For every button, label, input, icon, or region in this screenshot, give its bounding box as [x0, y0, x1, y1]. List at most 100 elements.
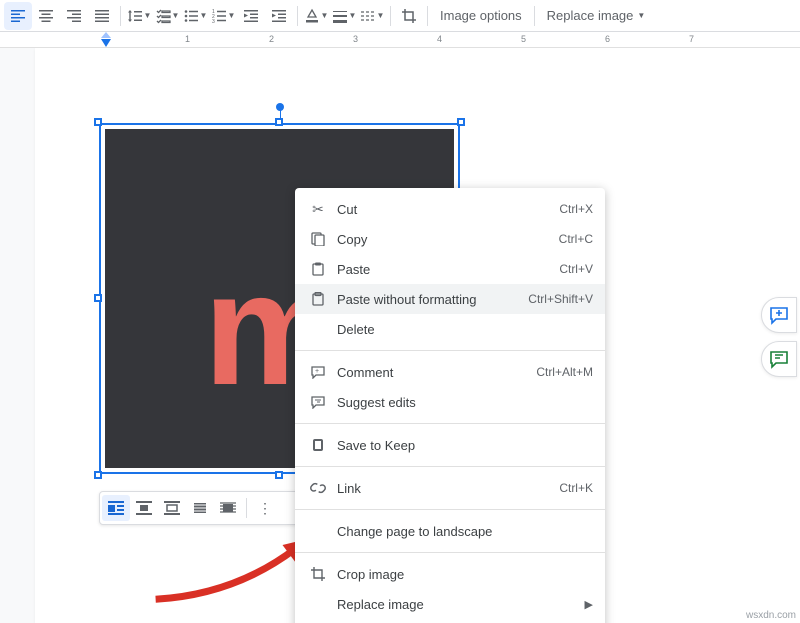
- ctx-crop[interactable]: Crop image: [295, 559, 605, 589]
- toolbar: ▼ ▼ ▼ 123▼ ▼ ▼ ▼ Image options Replace i…: [0, 0, 800, 32]
- ctx-keep[interactable]: Save to Keep: [295, 430, 605, 460]
- ctx-shortcut: Ctrl+Shift+V: [528, 292, 593, 306]
- submenu-arrow-icon: ▶: [585, 598, 593, 611]
- suggest-icon: [307, 393, 329, 411]
- ruler-number: 6: [605, 34, 610, 44]
- ctx-suggest[interactable]: Suggest edits: [295, 387, 605, 417]
- side-quick-buttons: [761, 297, 797, 377]
- resize-handle-tr[interactable]: [457, 118, 465, 126]
- ctx-label: Suggest edits: [329, 395, 593, 410]
- svg-text:3: 3: [212, 19, 215, 24]
- border-weight-button[interactable]: ▼: [330, 2, 358, 30]
- wrap-behind-button[interactable]: [186, 495, 214, 521]
- ctx-replace[interactable]: Replace image ▶: [295, 589, 605, 619]
- border-dash-button[interactable]: ▼: [358, 2, 386, 30]
- separator: [390, 6, 391, 26]
- ruler-number: 2: [269, 34, 274, 44]
- ruler: 1 2 3 4 5 6 7: [0, 32, 800, 48]
- resize-handle-tl[interactable]: [94, 118, 102, 126]
- crop-button[interactable]: [395, 2, 423, 30]
- checklist-button[interactable]: ▼: [153, 2, 181, 30]
- document-canvas: m ⋮ ✂ Cut Ctrl+X Copy Ctrl+: [0, 48, 800, 623]
- chevron-down-icon: ▼: [228, 11, 236, 20]
- chevron-down-icon: ▼: [377, 11, 385, 20]
- ctx-shortcut: Ctrl+X: [559, 202, 593, 216]
- ctx-label: Comment: [329, 365, 536, 380]
- wrap-inline-button[interactable]: [102, 495, 130, 521]
- chevron-down-icon: ▼: [321, 11, 329, 20]
- add-comment-side-button[interactable]: [761, 297, 797, 333]
- resize-handle-bl[interactable]: [94, 471, 102, 479]
- image-wrap-toolbar: ⋮: [99, 491, 319, 525]
- align-center-button[interactable]: [32, 2, 60, 30]
- context-menu: ✂ Cut Ctrl+X Copy Ctrl+C Paste Ctrl+V Pa…: [295, 188, 605, 623]
- separator: [297, 6, 298, 26]
- ctx-image-options[interactable]: Image options: [295, 619, 605, 623]
- ctx-label: Link: [329, 481, 559, 496]
- chevron-down-icon: ▼: [637, 11, 645, 20]
- ruler-number: 1: [185, 34, 190, 44]
- suggest-side-button[interactable]: [761, 341, 797, 377]
- align-justify-button[interactable]: [88, 2, 116, 30]
- ctx-label: Replace image: [329, 597, 585, 612]
- blank-icon: [307, 320, 329, 338]
- ctx-link[interactable]: Link Ctrl+K: [295, 473, 605, 503]
- ctx-landscape[interactable]: Change page to landscape: [295, 516, 605, 546]
- paste-plain-icon: [307, 290, 329, 308]
- ctx-label: Save to Keep: [329, 438, 593, 453]
- wrap-more-button[interactable]: ⋮: [251, 495, 279, 521]
- wrap-text-button[interactable]: [130, 495, 158, 521]
- ctx-delete[interactable]: Delete: [295, 314, 605, 344]
- ctx-comment[interactable]: + Comment Ctrl+Alt+M: [295, 357, 605, 387]
- replace-image-button[interactable]: Replace image▼: [539, 2, 654, 30]
- ruler-number: 5: [521, 34, 526, 44]
- blank-icon: [307, 522, 329, 540]
- ctx-label: Paste without formatting: [329, 292, 528, 307]
- separator: [295, 423, 605, 424]
- ctx-paste[interactable]: Paste Ctrl+V: [295, 254, 605, 284]
- watermark: wsxdn.com: [746, 610, 796, 621]
- ctx-label: Delete: [329, 322, 593, 337]
- wrap-front-button[interactable]: [214, 495, 242, 521]
- ctx-shortcut: Ctrl+C: [559, 232, 593, 246]
- link-icon: [307, 479, 329, 497]
- numbered-list-button[interactable]: 123▼: [209, 2, 237, 30]
- align-right-button[interactable]: [60, 2, 88, 30]
- ctx-paste-no-fmt[interactable]: Paste without formatting Ctrl+Shift+V: [295, 284, 605, 314]
- separator: [295, 350, 605, 351]
- line-spacing-button[interactable]: ▼: [125, 2, 153, 30]
- separator: [246, 498, 247, 518]
- increase-indent-button[interactable]: [265, 2, 293, 30]
- svg-text:+: +: [315, 368, 319, 375]
- border-color-button[interactable]: ▼: [302, 2, 330, 30]
- resize-handle-bm[interactable]: [275, 471, 283, 479]
- rotation-handle[interactable]: [276, 103, 284, 111]
- ctx-label: Paste: [329, 262, 559, 277]
- blank-icon: [307, 595, 329, 613]
- separator: [427, 6, 428, 26]
- ctx-cut[interactable]: ✂ Cut Ctrl+X: [295, 194, 605, 224]
- ruler-number: 3: [353, 34, 358, 44]
- chevron-down-icon: ▼: [349, 11, 357, 20]
- ctx-copy[interactable]: Copy Ctrl+C: [295, 224, 605, 254]
- separator: [295, 509, 605, 510]
- comment-icon: +: [307, 363, 329, 381]
- copy-icon: [307, 230, 329, 248]
- chevron-down-icon: ▼: [144, 11, 152, 20]
- chevron-down-icon: ▼: [200, 11, 208, 20]
- wrap-break-button[interactable]: [158, 495, 186, 521]
- resize-handle-tm[interactable]: [275, 118, 283, 126]
- image-options-button[interactable]: Image options: [432, 2, 530, 30]
- ctx-label: Copy: [329, 232, 559, 247]
- ctx-label: Crop image: [329, 567, 593, 582]
- ruler-number: 4: [437, 34, 442, 44]
- ctx-label: Change page to landscape: [329, 524, 593, 539]
- resize-handle-ml[interactable]: [94, 294, 102, 302]
- decrease-indent-button[interactable]: [237, 2, 265, 30]
- crop-icon: [307, 565, 329, 583]
- bulleted-list-button[interactable]: ▼: [181, 2, 209, 30]
- align-left-button[interactable]: [4, 2, 32, 30]
- ruler-number: 7: [689, 34, 694, 44]
- separator: [534, 6, 535, 26]
- ctx-shortcut: Ctrl+K: [559, 481, 593, 495]
